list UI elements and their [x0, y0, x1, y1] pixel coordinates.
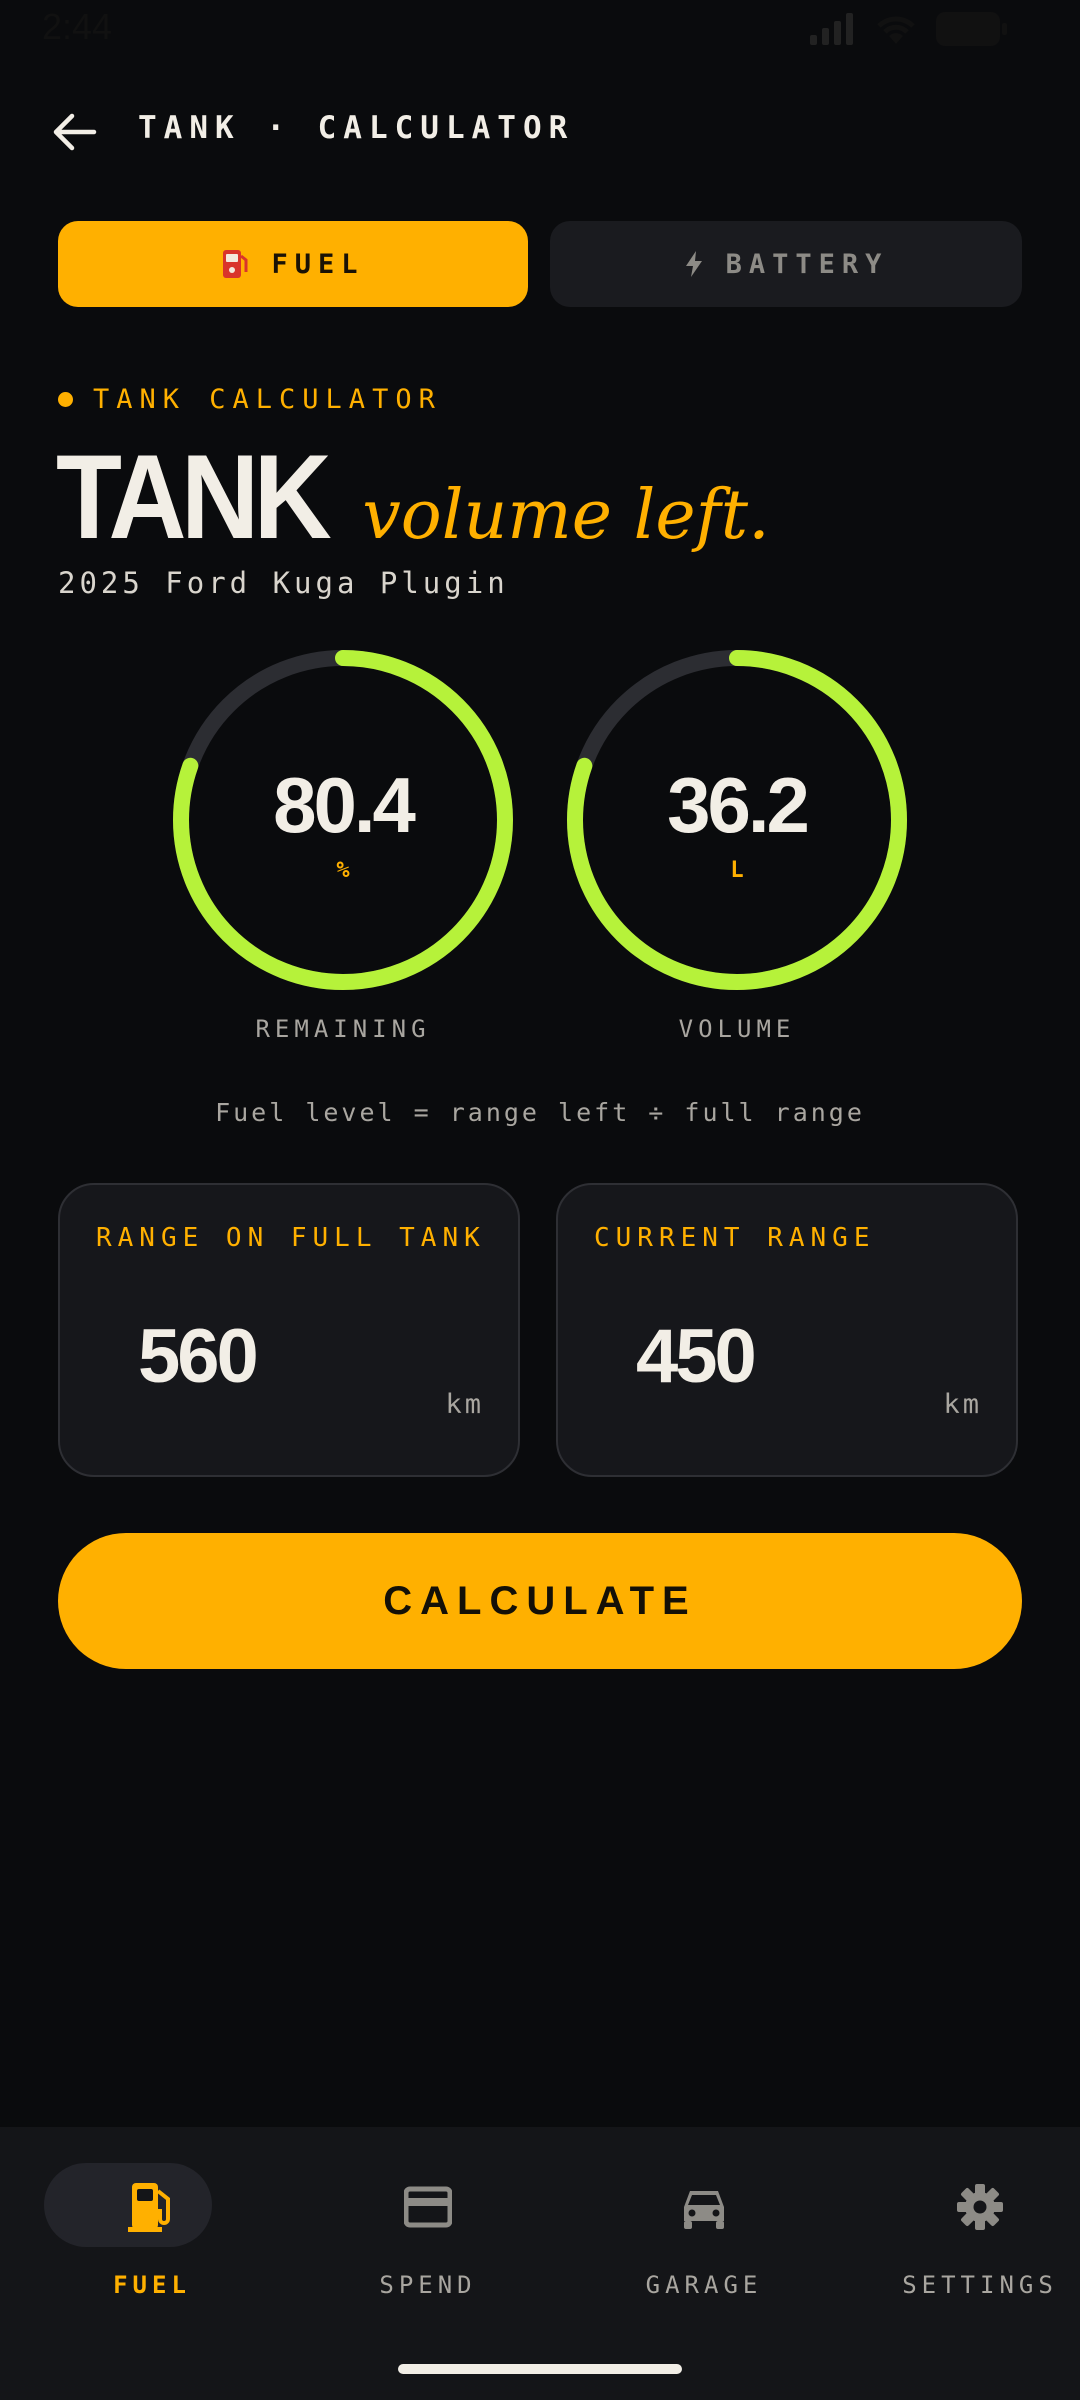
credit-card-icon	[404, 2186, 452, 2228]
fuel-pump-icon	[128, 2183, 170, 2232]
gauge-volume-value: 36.2	[667, 761, 810, 849]
current-range-unit: km	[943, 1389, 982, 1420]
status-time: 2:44	[42, 6, 113, 47]
gauge-remaining: 80.4 % REMAINING	[173, 650, 533, 1050]
formula-text: Fuel level = range left ÷ full range	[215, 1098, 865, 1127]
gear-icon	[957, 2184, 1003, 2230]
bottom-nav: FUEL SPEND GARAGE SETTINGS	[0, 2127, 1080, 2400]
gauge-remaining-unit: %	[336, 858, 350, 883]
eyebrow-text: TANK CALCULATOR	[93, 384, 442, 415]
current-range-value[interactable]: 450	[636, 1313, 757, 1400]
vehicle-name: 2025 Ford Kuga Plugin	[58, 566, 509, 600]
home-indicator[interactable]	[398, 2364, 682, 2374]
nav-spend[interactable]: SPEND	[352, 2163, 552, 2303]
section-eyebrow: TANK CALCULATOR	[58, 384, 442, 415]
full-range-label: RANGE ON FULL TANK	[96, 1223, 486, 1253]
back-button[interactable]	[50, 108, 98, 156]
tab-fuel[interactable]: FUEL	[58, 221, 528, 307]
signal-icon	[810, 13, 853, 45]
gauge-remaining-label: REMAINING	[255, 1015, 431, 1043]
page-title: TANK · CALCULATOR	[138, 110, 575, 146]
nav-settings[interactable]: SETTINGS	[902, 2163, 1080, 2303]
full-range-value[interactable]: 560	[138, 1313, 259, 1400]
tab-fuel-label: FUEL	[271, 248, 365, 280]
fuel-pump-icon	[223, 250, 248, 278]
headline-italic: volume left.	[362, 476, 770, 555]
gauge-volume: 36.2 L VOLUME	[567, 650, 927, 1050]
status-bar: 2:44	[0, 0, 1080, 60]
nav-garage-label: GARAGE	[645, 2271, 763, 2299]
nav-fuel-label: FUEL	[113, 2271, 191, 2299]
tab-battery-label: BATTERY	[725, 248, 889, 280]
nav-garage[interactable]: GARAGE	[628, 2163, 828, 2303]
headline: TANK volume left.	[56, 428, 770, 566]
nav-spend-label: SPEND	[379, 2271, 477, 2299]
bolt-icon	[685, 251, 702, 277]
arrow-left-icon	[53, 113, 97, 151]
current-range-label: CURRENT RANGE	[594, 1223, 876, 1253]
gauge-volume-label: VOLUME	[678, 1015, 796, 1043]
headline-bold: TANK	[56, 430, 332, 564]
full-range-unit: km	[445, 1389, 484, 1420]
current-range-input[interactable]: CURRENT RANGE 450 km	[556, 1183, 1018, 1477]
full-range-input[interactable]: RANGE ON FULL TANK 560 km	[58, 1183, 520, 1477]
gauge-remaining-value: 80.4	[273, 761, 416, 849]
nav-fuel[interactable]: FUEL	[44, 2163, 276, 2303]
car-icon	[684, 2191, 724, 2229]
tab-battery[interactable]: BATTERY	[550, 221, 1022, 307]
status-icons	[810, 12, 1008, 46]
wifi-icon	[877, 16, 915, 44]
nav-settings-label: SETTINGS	[902, 2271, 1058, 2299]
gauge-volume-unit: L	[730, 858, 744, 883]
eyebrow-dot	[58, 392, 73, 407]
battery-status-icon	[936, 12, 1007, 46]
calculate-button[interactable]: CALCULATE	[58, 1533, 1022, 1669]
